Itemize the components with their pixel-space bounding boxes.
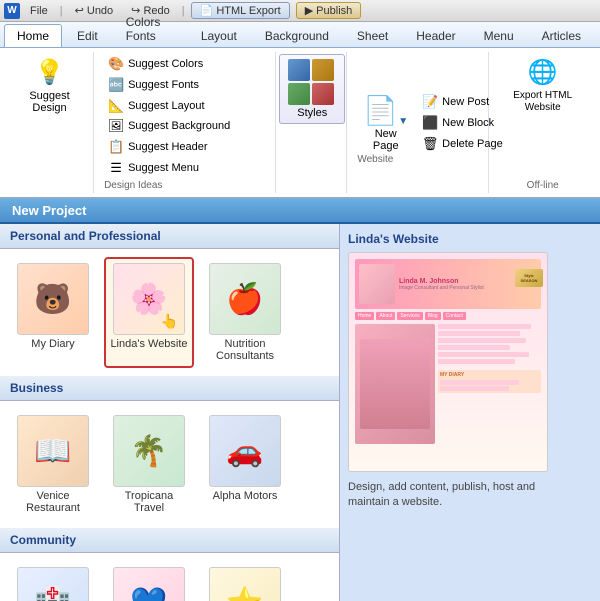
tab-layout[interactable]: Layout bbox=[188, 24, 250, 47]
template-thumb-cyrox: 🏥 bbox=[17, 567, 89, 601]
template-nutrition[interactable]: 🍎 Nutrition Consultants bbox=[200, 257, 290, 368]
ribbon-group-design-ideas: 🎨 Suggest Colors 🔤 Suggest Fonts 📐 Sugge… bbox=[96, 52, 276, 193]
tab-edit[interactable]: Edit bbox=[64, 24, 111, 47]
suggest-menu-icon: ☰ bbox=[108, 160, 124, 176]
template-alpha[interactable]: 🚗 Alpha Motors bbox=[200, 409, 290, 520]
wp-photo bbox=[359, 264, 395, 304]
template-thumb-tropicana: 🌴 bbox=[113, 415, 185, 487]
template-aerobic[interactable]: 💙 Aerobic Gym bbox=[104, 561, 194, 601]
new-post-icon: 📝 bbox=[422, 94, 438, 110]
tab-background[interactable]: Background bbox=[252, 24, 342, 47]
title-bar: W File | ↩ Undo ↪ Redo | 📄 HTML Export ▶… bbox=[0, 0, 600, 22]
export-html-icon: 🌐 bbox=[527, 56, 559, 88]
undo-button[interactable]: ↩ Undo bbox=[69, 3, 120, 18]
title-bar-items: File | ↩ Undo ↪ Redo | 📄 HTML Export ▶ P… bbox=[24, 2, 361, 19]
template-venice[interactable]: 📖 Venice Restaurant bbox=[8, 409, 98, 520]
template-thumb-alpha: 🚗 bbox=[209, 415, 281, 487]
template-thumb-nutrition: 🍎 bbox=[209, 263, 281, 335]
suggest-design-icon: 💡 bbox=[34, 56, 66, 88]
suggest-menu-button[interactable]: ☰ Suggest Menu bbox=[104, 158, 234, 178]
section-community-header: Community bbox=[0, 528, 339, 553]
suggest-layout-icon: 📐 bbox=[108, 98, 124, 114]
project-body: Personal and Professional 🐻 My Diary 🌸 👆… bbox=[0, 224, 600, 601]
template-thumb-infiniti: ⭐ bbox=[209, 567, 281, 601]
tab-menu[interactable]: Menu bbox=[471, 24, 527, 47]
preview-description: Design, add content, publish, host and m… bbox=[348, 480, 548, 511]
template-label-lindas-website: Linda's Website bbox=[110, 338, 187, 350]
tab-header[interactable]: Header bbox=[403, 24, 468, 47]
wp-main-image bbox=[355, 324, 435, 444]
html-export-icon: 📄 bbox=[200, 4, 214, 17]
preview-title: Linda's Website bbox=[348, 232, 592, 246]
ribbon-group-export: 🌐 Export HTML Website Off-line bbox=[491, 52, 594, 193]
main-area: New Project Personal and Professional 🐻 … bbox=[0, 199, 600, 601]
ribbon-group-styles: Styles bbox=[278, 52, 347, 193]
section-personal-header: Personal and Professional bbox=[0, 224, 339, 249]
preview-panel: Linda's Website Linda M. Johnson Image C… bbox=[340, 224, 600, 601]
template-my-diary[interactable]: 🐻 My Diary bbox=[8, 257, 98, 368]
cursor-indicator: 👆 bbox=[161, 313, 178, 330]
ribbon-tabs: Home Edit Colors Fonts Layout Background… bbox=[0, 22, 600, 48]
new-page-icon: 📄 bbox=[363, 94, 398, 127]
template-infiniti[interactable]: ⭐ Infiniti Nightclub bbox=[200, 561, 290, 601]
ribbon-group-new-page: 📄 ▼ New Page 📝 New Post ⬛ New Block 🗑 De… bbox=[349, 52, 489, 193]
template-thumb-my-diary: 🐻 bbox=[17, 263, 89, 335]
wp-content: MY DIARY bbox=[355, 324, 541, 444]
template-tropicana[interactable]: 🌴 Tropicana Travel bbox=[104, 409, 194, 520]
wp-sidebar: MY DIARY bbox=[438, 324, 541, 444]
template-label-alpha: Alpha Motors bbox=[213, 490, 278, 502]
templates-panel: Personal and Professional 🐻 My Diary 🌸 👆… bbox=[0, 224, 340, 601]
template-label-tropicana: Tropicana Travel bbox=[110, 490, 188, 514]
wp-header: Linda M. Johnson Image Consultant and Pe… bbox=[355, 259, 541, 309]
export-html-button[interactable]: 🌐 Export HTML Website bbox=[499, 54, 586, 116]
new-block-icon: ⬛ bbox=[422, 115, 438, 131]
html-export-button[interactable]: 📄 HTML Export bbox=[191, 2, 290, 19]
suggest-design-button[interactable]: 💡 Suggest Design bbox=[14, 54, 85, 116]
website-preview: Linda M. Johnson Image Consultant and Pe… bbox=[349, 253, 547, 471]
template-thumb-venice: 📖 bbox=[17, 415, 89, 487]
suggest-layout-button[interactable]: 📐 Suggest Layout bbox=[104, 96, 208, 116]
suggest-background-icon: 🖼 bbox=[108, 118, 124, 134]
template-label-venice: Venice Restaurant bbox=[14, 490, 92, 514]
templates-business-grid: 📖 Venice Restaurant 🌴 Tropicana Travel 🚗… bbox=[0, 401, 339, 528]
suggest-colors-button[interactable]: 🎨 Suggest Colors bbox=[104, 54, 208, 74]
tab-sheet[interactable]: Sheet bbox=[344, 24, 401, 47]
tab-colors-fonts[interactable]: Colors Fonts bbox=[113, 10, 186, 47]
publish-button[interactable]: ▶ Publish bbox=[296, 2, 362, 19]
new-page-button[interactable]: 📄 ▼ New Page bbox=[357, 92, 414, 154]
template-lindas-website[interactable]: 🌸 👆 Linda's Website bbox=[104, 257, 194, 368]
project-title: New Project bbox=[12, 203, 86, 218]
suggest-fonts-icon: 🔤 bbox=[108, 77, 124, 93]
suggest-colors-icon: 🎨 bbox=[108, 56, 124, 72]
suggest-header-icon: 📋 bbox=[108, 139, 124, 155]
templates-community-grid: 🏥 Cyrox Hospital 💙 Aerobic Gym ⭐ Infinit… bbox=[0, 553, 339, 601]
suggest-header-button[interactable]: 📋 Suggest Header bbox=[104, 137, 234, 157]
suggest-background-button[interactable]: 🖼 Suggest Background bbox=[104, 116, 234, 136]
publish-icon: ▶ bbox=[305, 4, 313, 17]
project-title-bar: New Project bbox=[0, 199, 600, 224]
tab-articles[interactable]: Articles bbox=[529, 24, 594, 47]
ribbon: 💡 Suggest Design 🎨 Suggest Colors 🔤 Sugg… bbox=[0, 48, 600, 199]
section-business-header: Business bbox=[0, 376, 339, 401]
preview-image: Linda M. Johnson Image Consultant and Pe… bbox=[348, 252, 548, 472]
templates-personal-grid: 🐻 My Diary 🌸 👆 Linda's Website 🍎 Nutr bbox=[0, 249, 339, 376]
file-menu[interactable]: File bbox=[24, 4, 54, 18]
template-cyrox[interactable]: 🏥 Cyrox Hospital bbox=[8, 561, 98, 601]
template-label-nutrition: Nutrition Consultants bbox=[206, 338, 284, 362]
app-logo: W bbox=[4, 3, 20, 19]
styles-button[interactable]: Styles bbox=[279, 54, 345, 124]
wp-logo-badge: StyleSEASON bbox=[515, 269, 543, 287]
suggest-fonts-button[interactable]: 🔤 Suggest Fonts bbox=[104, 75, 208, 95]
template-label-my-diary: My Diary bbox=[31, 338, 74, 350]
tab-home[interactable]: Home bbox=[4, 24, 62, 47]
wp-nav: Home About Services Blog Contact bbox=[355, 312, 541, 320]
delete-page-icon: 🗑 bbox=[422, 136, 438, 152]
template-thumb-lindas-website: 🌸 👆 bbox=[113, 263, 185, 335]
template-thumb-aerobic: 💙 bbox=[113, 567, 185, 601]
ribbon-group-suggest-design: 💡 Suggest Design bbox=[6, 52, 94, 193]
